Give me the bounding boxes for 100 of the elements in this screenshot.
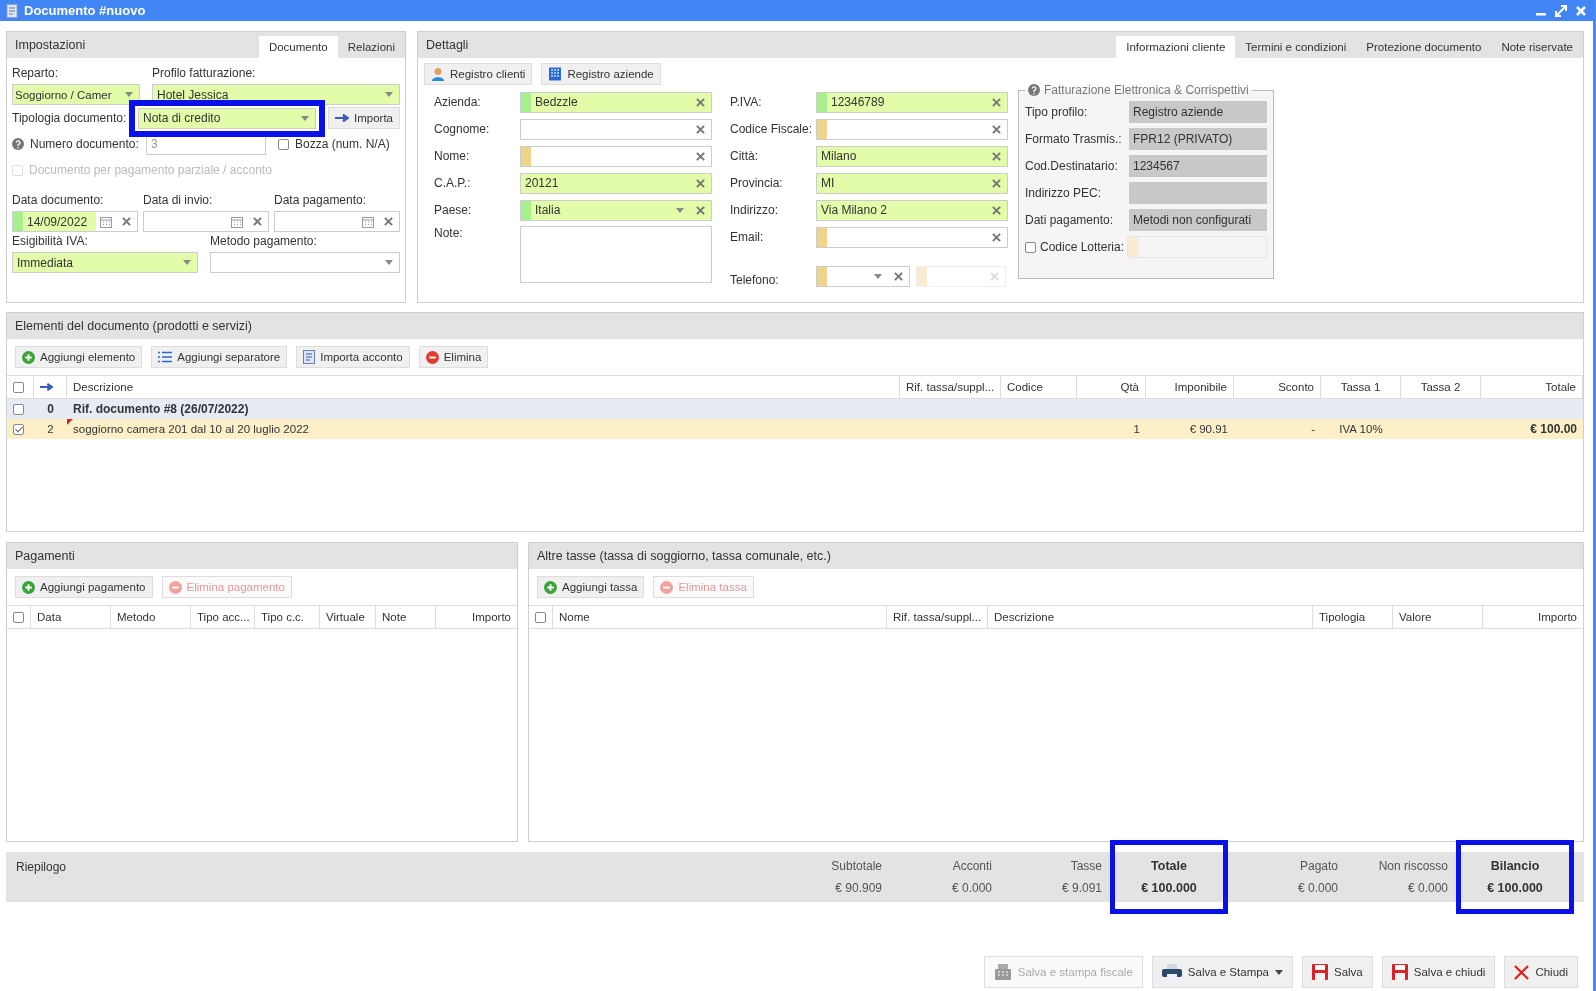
tab[interactable]: Documento — [258, 36, 338, 58]
field-label: Nome: — [433, 149, 471, 163]
clear-icon[interactable] — [696, 97, 705, 107]
clear-icon[interactable] — [696, 151, 705, 161]
column-header[interactable]: Rif. tassa/suppl... — [887, 606, 988, 628]
column-header[interactable]: Qtà — [1077, 376, 1146, 398]
checkbox[interactable] — [1025, 241, 1036, 253]
input-field[interactable]: 12346789 — [816, 91, 1008, 113]
readonly-field: Registro aziende — [1129, 101, 1267, 123]
clear-icon[interactable] — [992, 151, 1001, 161]
tab[interactable]: Termini e condizioni — [1235, 36, 1357, 58]
select-field[interactable]: Italia — [520, 199, 712, 221]
checkbox[interactable] — [13, 611, 24, 623]
select-field[interactable]: Soggiorno / Camer — [12, 84, 140, 105]
clear-icon[interactable] — [122, 217, 131, 226]
column-header[interactable]: Virtuale — [320, 606, 376, 628]
checkbox[interactable] — [13, 403, 24, 415]
column-header[interactable]: Tipo acc... — [191, 606, 255, 628]
select-field[interactable] — [816, 266, 910, 287]
column-header[interactable]: Tipologia — [1313, 606, 1393, 628]
date-field[interactable] — [143, 211, 269, 232]
select-field[interactable] — [210, 252, 400, 273]
column-header[interactable]: Tassa 2 — [1401, 376, 1481, 398]
date-field[interactable]: 14/09/2022 — [12, 211, 138, 232]
column-header[interactable]: Importo — [436, 606, 517, 628]
clear-icon[interactable] — [384, 217, 393, 226]
calendar-icon — [100, 215, 112, 228]
input-field[interactable]: 20121 — [520, 172, 712, 194]
column-header[interactable]: Totale — [1481, 376, 1583, 398]
footer-button[interactable]: Salva — [1302, 956, 1373, 988]
clear-icon[interactable] — [992, 124, 1001, 134]
maximize-icon[interactable] — [1555, 4, 1567, 17]
tab[interactable]: Informazioni cliente — [1116, 36, 1236, 58]
date-field[interactable] — [274, 211, 400, 232]
arrow-icon — [40, 383, 53, 391]
calendar-icon — [231, 215, 243, 228]
clear-icon[interactable] — [696, 205, 705, 215]
footer-button[interactable]: Salva e Stampa — [1151, 956, 1293, 988]
clear-icon[interactable] — [992, 97, 1001, 107]
field-label: Numero documento: — [30, 137, 140, 151]
footer-button[interactable]: Salva e chiudi — [1381, 956, 1496, 988]
field-label: P.IVA: — [729, 95, 763, 109]
import-button[interactable]: Importa — [328, 107, 400, 129]
footer-button[interactable]: Chiudi — [1504, 956, 1578, 988]
clear-icon[interactable] — [696, 178, 705, 188]
input-field[interactable]: Via Milano 2 — [816, 199, 1008, 221]
toolbar-button[interactable]: Aggiungi pagamento — [15, 576, 153, 598]
input-field[interactable]: Milano — [816, 145, 1008, 167]
table-cell: soggiorno camera 201 dal 10 al 20 luglio 2022 — [67, 419, 900, 439]
tab[interactable]: Note riservate — [1491, 36, 1583, 58]
plus-icon — [544, 580, 557, 594]
column-header[interactable]: Valore — [1393, 606, 1483, 628]
toolbar-button[interactable]: Aggiungi tassa — [537, 576, 645, 598]
input-field[interactable]: MI — [816, 172, 1008, 194]
clear-icon[interactable] — [253, 217, 262, 226]
clear-icon[interactable] — [696, 124, 705, 134]
column-header[interactable]: Metodo — [111, 606, 191, 628]
checkbox[interactable] — [13, 423, 24, 435]
grid-icon — [548, 67, 563, 81]
input-field[interactable] — [816, 226, 1008, 248]
close-icon[interactable] — [1575, 4, 1587, 17]
column-header[interactable]: Rif. tassa/suppl... — [900, 376, 1001, 398]
checkbox[interactable] — [278, 138, 289, 150]
floppy-icon — [1312, 964, 1328, 980]
registry-button[interactable]: Registro aziende — [541, 63, 661, 85]
column-header[interactable]: Imponibile — [1146, 376, 1234, 398]
clear-icon[interactable] — [992, 178, 1001, 188]
checkbox-label: Codice Lotteria: — [1040, 240, 1123, 254]
tab[interactable]: Protezione documento — [1356, 36, 1492, 58]
column-header[interactable]: Data — [31, 606, 111, 628]
column-header[interactable]: Sconto — [1234, 376, 1321, 398]
checkbox[interactable] — [535, 611, 546, 623]
registry-button[interactable]: Registro clienti — [424, 63, 533, 85]
tab[interactable]: Relazioni — [337, 36, 405, 58]
column-header[interactable]: Tipo c.c. — [255, 606, 320, 628]
column-header[interactable]: Descrizione — [67, 376, 900, 398]
clear-icon[interactable] — [992, 232, 1001, 242]
field-label: Azienda: — [433, 95, 482, 109]
toolbar-button[interactable]: Importa acconto — [296, 346, 410, 368]
column-header[interactable]: Nome — [553, 606, 887, 628]
checkbox[interactable] — [13, 381, 24, 393]
toolbar-button[interactable]: Aggiungi elemento — [15, 346, 143, 368]
column-header[interactable]: Descrizione — [988, 606, 1313, 628]
column-header[interactable]: Codice — [1001, 376, 1077, 398]
select-field[interactable]: Nota di credito — [138, 107, 316, 129]
input-field[interactable]: Bedzzle — [520, 91, 712, 113]
help-icon — [12, 138, 24, 150]
column-header[interactable]: Note — [376, 606, 436, 628]
input-field[interactable] — [520, 145, 712, 167]
clear-icon[interactable] — [992, 205, 1001, 215]
summary-label: Tasse — [1070, 859, 1102, 873]
clear-icon[interactable] — [894, 272, 903, 281]
toolbar-button[interactable]: Aggiungi separatore — [151, 346, 288, 368]
minus-icon — [168, 580, 182, 594]
toolbar-button[interactable]: Elimina — [418, 346, 489, 368]
input-field[interactable] — [816, 118, 1008, 140]
column-header[interactable]: Tassa 1 — [1321, 376, 1401, 398]
column-header[interactable]: Importo — [1483, 606, 1583, 628]
select-field[interactable]: Immediata — [12, 252, 198, 273]
input-field[interactable] — [520, 118, 712, 140]
